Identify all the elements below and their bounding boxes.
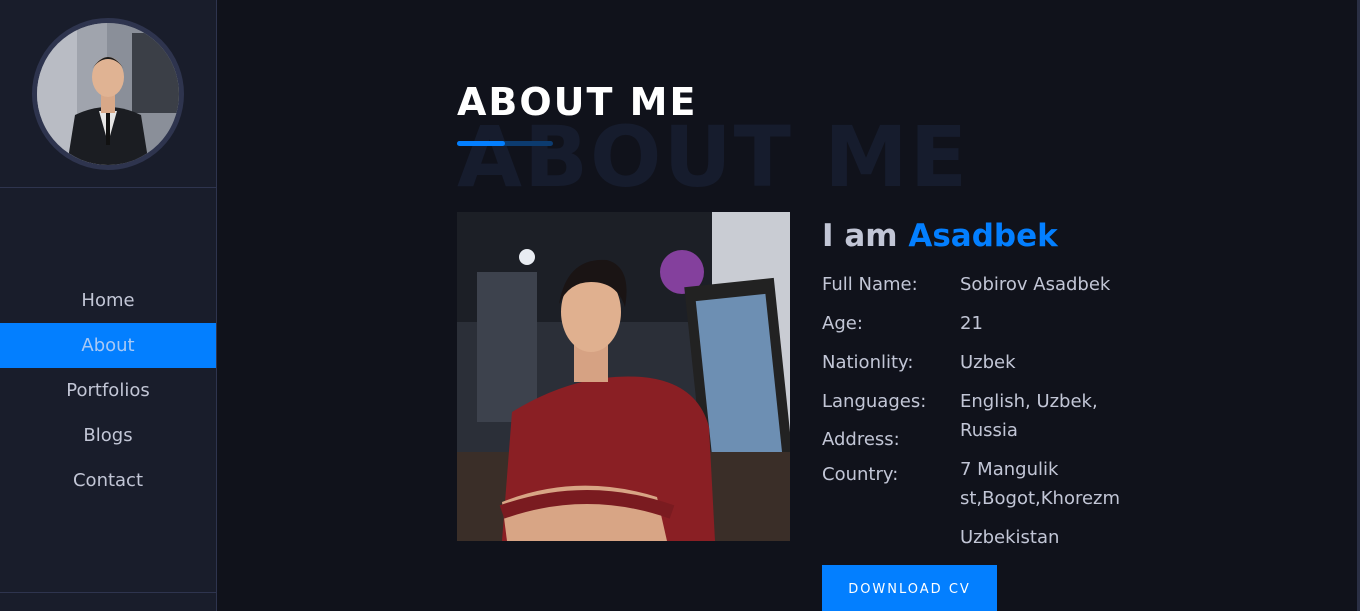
sidebar: Home About Portfolios Blogs Contact	[0, 0, 217, 611]
info-label: Age:	[822, 313, 863, 334]
info-row: Nationlity: Uzbek	[822, 348, 1162, 387]
info-value: Russia	[960, 420, 1018, 441]
info-label	[822, 484, 960, 523]
nav-item-portfolios[interactable]: Portfolios	[0, 368, 216, 413]
info-label: Address:	[822, 429, 900, 450]
info-value: st,Bogot,Khorezm	[960, 488, 1121, 509]
title-underline-accent	[457, 141, 505, 146]
info-row: st,Bogot,Khorezm	[822, 484, 1162, 523]
info-label: Country:	[822, 464, 899, 485]
nav-item-blogs[interactable]: Blogs	[0, 413, 216, 458]
download-cv-button[interactable]: DOWNLOAD CV	[822, 565, 997, 611]
nav-item-about[interactable]: About	[0, 323, 216, 368]
about-heading: I am Asadbek	[822, 218, 1162, 262]
info-value: English, Uzbek,	[960, 391, 1098, 412]
info-value: Sobirov Asadbek	[960, 274, 1111, 295]
info-row: Uzbekistan	[822, 523, 1162, 552]
avatar-section	[0, 0, 216, 188]
info-row: Languages: English, Uzbek,	[822, 387, 1162, 416]
info-row: Age: 21	[822, 309, 1162, 348]
title-underline	[457, 141, 553, 146]
info-value: 21	[960, 313, 983, 334]
heading-name: Asadbek	[908, 218, 1058, 254]
info-label	[822, 523, 960, 552]
profile-photo	[457, 212, 790, 541]
info-value: Uzbek	[960, 352, 1016, 373]
section-title-text: ABOUT ME	[457, 80, 698, 124]
info-row: Address: Russia	[822, 416, 1162, 455]
sidebar-nav: Home About Portfolios Blogs Contact	[0, 278, 216, 503]
info-label: Full Name:	[822, 274, 918, 295]
section-title: ABOUT ME ABOUT ME	[457, 80, 967, 206]
info-row: Full Name: Sobirov Asadbek	[822, 270, 1162, 309]
nav-item-contact[interactable]: Contact	[0, 458, 216, 503]
info-row: Country: 7 Mangulik	[822, 455, 1162, 485]
nav-item-home[interactable]: Home	[0, 278, 216, 323]
info-value: 7 Mangulik	[960, 459, 1059, 480]
info-label: Languages:	[822, 391, 927, 412]
info-label: Nationlity:	[822, 352, 914, 373]
main-content: ABOUT ME ABOUT ME I am Asadbek Full Name…	[217, 0, 1360, 611]
sidebar-divider	[0, 592, 216, 593]
about-info: I am Asadbek Full Name: Sobirov Asadbek …	[822, 212, 1162, 552]
avatar	[32, 17, 184, 170]
heading-prefix: I am	[822, 218, 909, 254]
info-value: Uzbekistan	[960, 527, 1060, 548]
